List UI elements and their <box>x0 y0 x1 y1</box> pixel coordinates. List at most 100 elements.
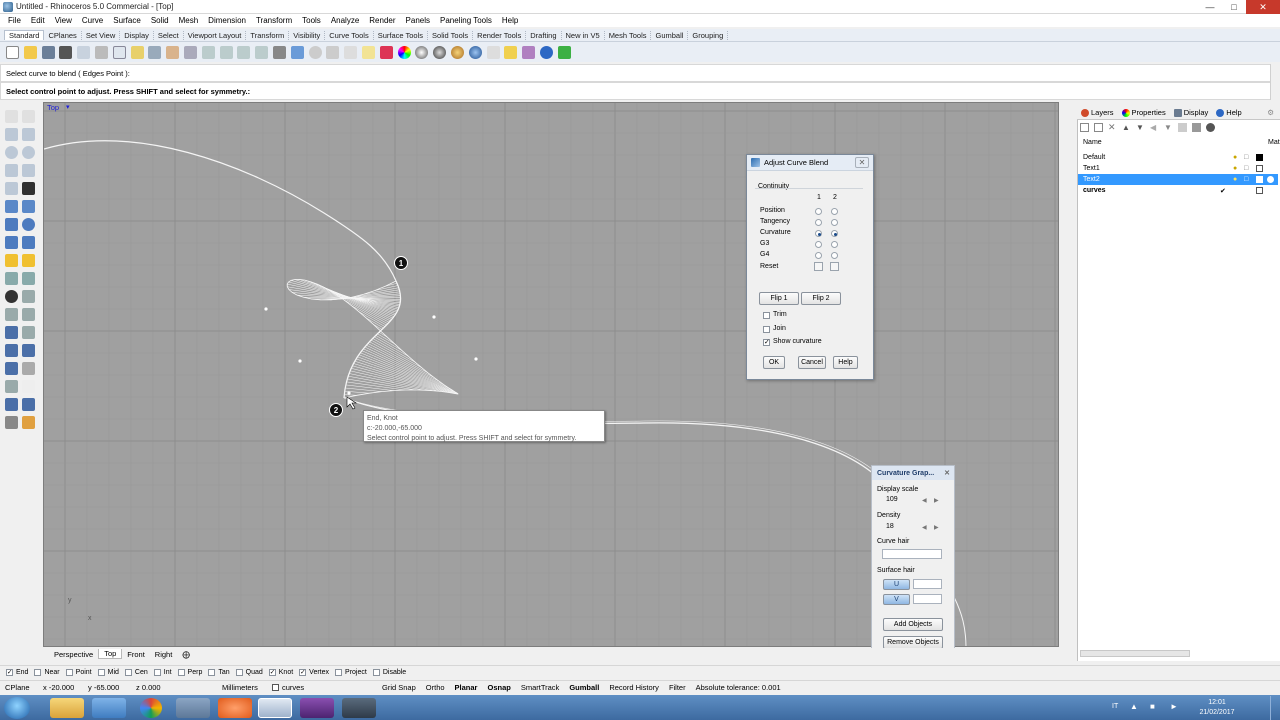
osnap-tan[interactable]: Tan <box>208 669 230 676</box>
color-icon[interactable] <box>397 45 411 59</box>
cancel-button[interactable]: Cancel <box>798 356 826 369</box>
filter-icon[interactable]: ▼ <box>1164 123 1173 132</box>
menu-paneling-tools[interactable]: Paneling Tools <box>435 16 497 25</box>
boolean-icon[interactable] <box>5 290 18 303</box>
menu-render[interactable]: Render <box>364 16 400 25</box>
polyline-icon[interactable] <box>5 128 18 141</box>
osnap-project[interactable]: Project <box>335 669 367 676</box>
blend-end-marker-1[interactable]: 1 <box>394 256 408 270</box>
edit-icon[interactable] <box>22 254 35 267</box>
light-bulb-icon[interactable]: ● <box>1233 154 1237 161</box>
menu-mesh[interactable]: Mesh <box>174 16 204 25</box>
osnap-disable-checkbox[interactable] <box>372 669 380 676</box>
viewport-layout-icon[interactable] <box>272 45 286 59</box>
join-checkbox[interactable] <box>763 326 770 333</box>
osnap-end-checkbox[interactable]: ✓ <box>6 669 13 676</box>
tray-date[interactable]: 21/02/2017 <box>1192 709 1242 716</box>
menu-dimension[interactable]: Dimension <box>203 16 251 25</box>
vp-tab-right[interactable]: Right <box>150 650 178 659</box>
render-icon[interactable] <box>450 45 464 59</box>
chrome-taskbar-icon[interactable] <box>140 698 162 718</box>
mesh-icon[interactable] <box>22 236 35 249</box>
status-planar[interactable]: Planar <box>450 683 483 692</box>
density-field[interactable]: 18 <box>883 522 921 533</box>
render-tools-icon[interactable] <box>22 416 35 429</box>
tab-transform[interactable]: Transform <box>246 30 290 40</box>
shaded-icon[interactable] <box>415 45 429 59</box>
command-scrollbar[interactable] <box>1270 64 1280 100</box>
help-button[interactable]: Help <box>833 356 858 369</box>
flow-icon[interactable] <box>5 362 18 375</box>
fillet-icon[interactable] <box>5 254 18 267</box>
layer-states-icon[interactable] <box>1178 123 1187 132</box>
layer-color-swatch[interactable] <box>1256 165 1263 172</box>
grasshopper-icon[interactable] <box>557 45 571 59</box>
tab-viewport-layout[interactable]: Viewport Layout <box>184 30 247 40</box>
undo-icon[interactable] <box>148 45 162 59</box>
text-icon[interactable] <box>5 326 18 339</box>
tray-volume-icon[interactable]: ► <box>1170 702 1178 711</box>
mirror-icon[interactable] <box>22 344 35 357</box>
menu-view[interactable]: View <box>50 16 77 25</box>
minimize-icon[interactable]: — <box>1198 0 1222 14</box>
viewport-menu-arrow-icon[interactable]: ▾ <box>66 103 70 111</box>
extrude-icon[interactable] <box>5 236 18 249</box>
density-decrease-icon[interactable]: ◀ <box>922 524 927 531</box>
tray-time[interactable]: 12:01 <box>1192 699 1242 706</box>
menu-surface[interactable]: Surface <box>108 16 146 25</box>
project-icon[interactable] <box>22 398 35 411</box>
tab-gumball[interactable]: Gumball <box>651 30 689 40</box>
rotate-view-icon[interactable] <box>183 45 197 59</box>
osnap-quad[interactable]: Quad <box>235 669 263 676</box>
light-bulb-icon[interactable]: ● <box>1233 165 1237 172</box>
tools-icon[interactable] <box>1192 123 1201 132</box>
cut-icon[interactable] <box>94 45 108 59</box>
curvature-radio-2[interactable] <box>831 230 838 237</box>
v-hair-toggle[interactable]: V <box>883 594 910 605</box>
layer-help-icon[interactable] <box>1206 123 1215 132</box>
menu-transform[interactable]: Transform <box>251 16 297 25</box>
blend-end-marker-2[interactable]: 2 <box>329 403 343 417</box>
osnap-cen-checkbox[interactable] <box>124 669 132 676</box>
osnap-point[interactable]: Point <box>65 669 92 676</box>
menu-analyze[interactable]: Analyze <box>326 16 364 25</box>
column-name[interactable]: Name <box>1083 139 1102 146</box>
cplane-icon[interactable] <box>290 45 304 59</box>
dialog-titlebar[interactable]: Adjust Curve Blend ✕ <box>747 155 873 171</box>
plugin-icon[interactable] <box>522 45 536 59</box>
osnap-near-checkbox[interactable] <box>34 669 42 676</box>
status-units[interactable]: Millimeters <box>217 683 267 692</box>
vp-tab-front[interactable]: Front <box>122 650 150 659</box>
osnap-vertex[interactable]: ✓ Vertex <box>299 669 329 676</box>
reset-button-1[interactable] <box>814 262 823 271</box>
tab-properties[interactable]: Properties <box>1118 108 1170 117</box>
zoom-icon[interactable] <box>201 45 215 59</box>
group-icon[interactable] <box>22 290 35 303</box>
density-increase-icon[interactable]: ▶ <box>934 524 939 531</box>
osnap-int-checkbox[interactable] <box>153 669 161 676</box>
rendered-icon[interactable] <box>433 45 447 59</box>
osnap-knot[interactable]: ✓ Knot <box>268 669 293 676</box>
grid-icon[interactable] <box>5 380 18 393</box>
g3-radio-2[interactable] <box>831 241 838 248</box>
reset-button-2[interactable] <box>830 262 839 271</box>
box-icon[interactable] <box>5 218 18 231</box>
tab-mesh-tools[interactable]: Mesh Tools <box>605 30 652 40</box>
add-objects-button[interactable]: Add Objects <box>883 618 943 631</box>
open-icon[interactable] <box>23 45 37 59</box>
circle-icon[interactable] <box>5 146 18 159</box>
tab-curve-tools[interactable]: Curve Tools <box>325 30 374 40</box>
dimension-icon[interactable] <box>22 326 35 339</box>
osnap-int[interactable]: Int <box>153 669 172 676</box>
premiere-taskbar-icon[interactable] <box>300 698 334 718</box>
osnap-quad-checkbox[interactable] <box>235 669 243 676</box>
menu-tools[interactable]: Tools <box>297 16 326 25</box>
tangency-radio-2[interactable] <box>831 219 838 226</box>
tray-language[interactable]: IT <box>1112 703 1118 710</box>
tab-standard[interactable]: Standard <box>4 30 45 40</box>
ellipse-icon[interactable] <box>22 146 35 159</box>
pan-icon[interactable] <box>166 45 180 59</box>
tab-cplanes[interactable]: CPlanes <box>44 30 82 40</box>
import-icon[interactable] <box>77 45 91 59</box>
layer-row-curves[interactable]: curves ✔ <box>1078 185 1278 196</box>
